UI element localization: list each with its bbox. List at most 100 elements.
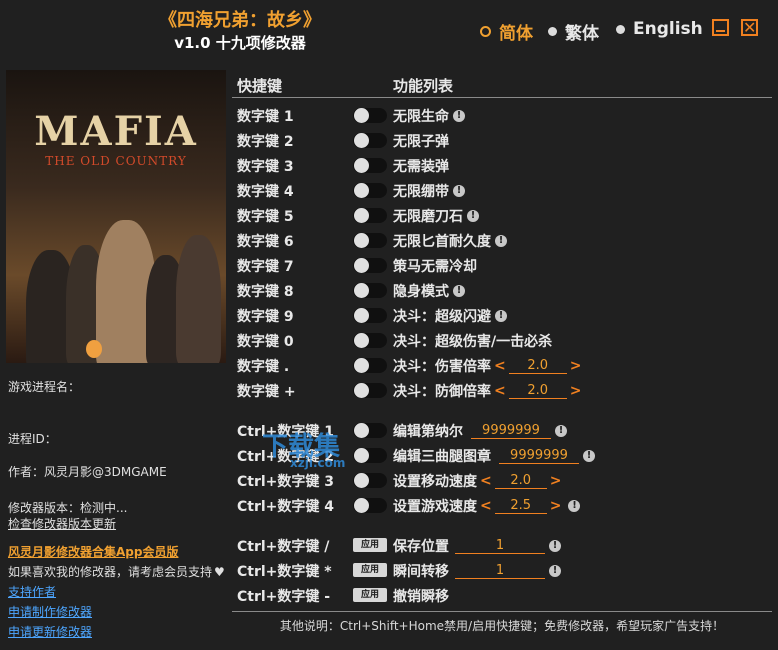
toggle-switch[interactable] (353, 158, 387, 173)
info-icon[interactable]: ! (453, 110, 465, 122)
toggle-switch[interactable] (353, 333, 387, 348)
check-update-link[interactable]: 检查修改器版本更新 (8, 515, 116, 532)
function-label: 撤销瞬移 (393, 589, 449, 605)
toggle-switch[interactable] (353, 133, 387, 148)
info-icon[interactable]: ! (555, 425, 567, 437)
hotkey-label: 数字键 1 (237, 109, 294, 125)
radio-icon (616, 24, 625, 34)
author-label: 作者：风灵月影@3DMGAME (8, 465, 167, 479)
value-field[interactable]: 2.5 (494, 498, 547, 514)
apply-button[interactable]: 应用 (353, 588, 387, 602)
footer-divider (232, 611, 772, 612)
function-label: 无限磨刀石 (393, 209, 463, 225)
increase-arrow[interactable]: > (570, 358, 582, 374)
increase-arrow[interactable]: > (570, 383, 582, 399)
info-icon[interactable]: ! (495, 235, 507, 247)
toggle-switch[interactable] (353, 258, 387, 273)
increase-arrow[interactable]: > (550, 498, 562, 514)
decrease-arrow[interactable]: < (480, 498, 492, 514)
support-author-link[interactable]: 支持作者 (8, 583, 56, 600)
toggle-switch[interactable] (353, 473, 387, 488)
hotkey-label: 数字键 0 (237, 334, 294, 350)
value-field[interactable]: 2.0 (508, 383, 567, 399)
trainer-version: v1.0 十九项修改器 (174, 34, 306, 52)
function-label: 无需装弹 (393, 159, 449, 175)
function-label: 设置移动速度 (393, 474, 477, 490)
toggle-switch[interactable] (353, 233, 387, 248)
hotkey-label: Ctrl+数字键 3 (237, 474, 335, 490)
info-icon[interactable]: ! (453, 285, 465, 297)
lang-label: 简体 (499, 24, 533, 44)
footer-note: 其他说明：Ctrl+Shift+Home禁用/启用快捷键；免费修改器，希望玩家广… (279, 619, 725, 633)
toggle-switch[interactable] (353, 208, 387, 223)
cover-figure (176, 235, 221, 363)
info-icon[interactable]: ! (453, 185, 465, 197)
functions-header: 功能列表 (393, 77, 454, 95)
toggle-switch[interactable] (353, 358, 387, 373)
decrease-arrow[interactable]: < (494, 358, 506, 374)
process-name-label: 游戏进程名： (8, 380, 81, 394)
lang-simplified[interactable]: 简体 (480, 19, 533, 44)
info-icon[interactable]: ! (568, 500, 581, 512)
hotkey-label: 数字键 3 (237, 159, 294, 175)
request-trainer-link[interactable]: 申请制作修改器 (8, 603, 92, 620)
membership-link[interactable]: 风灵月影修改器合集App会员版 (8, 543, 178, 560)
lang-traditional[interactable]: 繁体 (548, 19, 599, 44)
request-update-link[interactable]: 申请更新修改器 (8, 623, 92, 640)
support-text-label: 如果喜欢我的修改器，请考虑会员支持 (8, 565, 213, 579)
function-label: 编辑第纳尔 (393, 424, 463, 440)
info-icon[interactable]: ! (549, 565, 561, 577)
toggle-switch[interactable] (353, 283, 387, 298)
value-field[interactable]: 9999999 (499, 448, 579, 464)
toggle-switch[interactable] (353, 108, 387, 123)
toggle-switch[interactable] (353, 498, 387, 513)
radio-icon (548, 27, 557, 36)
info-icon[interactable]: ! (495, 310, 507, 322)
hotkey-label: 数字键 + (237, 384, 296, 400)
header-divider (232, 97, 772, 98)
value-field[interactable]: 1 (455, 563, 545, 579)
function-label: 决斗：超级闪避 (393, 309, 491, 325)
function-label: 决斗：防御倍率 (393, 384, 491, 400)
toggle-switch[interactable] (353, 448, 387, 463)
apply-button[interactable]: 应用 (353, 538, 387, 552)
apply-button[interactable]: 应用 (353, 563, 387, 577)
function-label: 保存位置 (393, 539, 449, 555)
info-icon[interactable]: ! (467, 210, 479, 222)
lang-label: 繁体 (565, 24, 599, 44)
function-label: 无限生命 (393, 109, 449, 125)
function-label: 隐身模式 (393, 284, 449, 300)
function-label: 无限子弹 (393, 134, 449, 150)
lang-label: English (633, 19, 703, 39)
value-field[interactable]: 2.0 (494, 473, 547, 489)
toggle-switch[interactable] (353, 183, 387, 198)
decrease-arrow[interactable]: < (480, 473, 492, 489)
increase-arrow[interactable]: > (550, 473, 562, 489)
hotkey-label: Ctrl+数字键 - (237, 589, 331, 605)
trainer-version-label: 修改器版本：检测中... (8, 501, 128, 515)
info-icon[interactable]: ! (549, 540, 561, 552)
value-field[interactable]: 2.0 (508, 358, 567, 374)
info-icon[interactable]: ! (583, 450, 595, 462)
hotkey-label: Ctrl+数字键 / (237, 539, 330, 555)
toggle-switch[interactable] (353, 308, 387, 323)
hotkey-label: Ctrl+数字键 4 (237, 499, 335, 515)
value-field[interactable]: 9999999 (471, 423, 551, 439)
function-label: 策马无需冷却 (393, 259, 477, 275)
lang-english[interactable]: English (616, 19, 703, 39)
heart-icon: ♥ (214, 565, 225, 579)
toggle-switch[interactable] (353, 383, 387, 398)
minimize-button[interactable] (712, 19, 729, 36)
hotkey-label: 数字键 9 (237, 309, 294, 325)
function-label: 决斗：伤害倍率 (393, 359, 491, 375)
decrease-arrow[interactable]: < (494, 383, 506, 399)
function-label: 设置游戏速度 (393, 499, 477, 515)
support-text: 如果喜欢我的修改器，请考虑会员支持 ♥ (8, 563, 225, 580)
toggle-switch[interactable] (353, 423, 387, 438)
value-field[interactable]: 1 (455, 538, 545, 554)
cover-subtitle: THE OLD COUNTRY (45, 154, 187, 168)
game-cover-image: MAFIA THE OLD COUNTRY (6, 70, 226, 363)
app-title: 《四海兄弟：故乡》 v1.0 十九项修改器 (0, 10, 480, 54)
hotkey-label: Ctrl+数字键 * (237, 564, 332, 580)
close-button[interactable]: ✕ (741, 19, 758, 36)
